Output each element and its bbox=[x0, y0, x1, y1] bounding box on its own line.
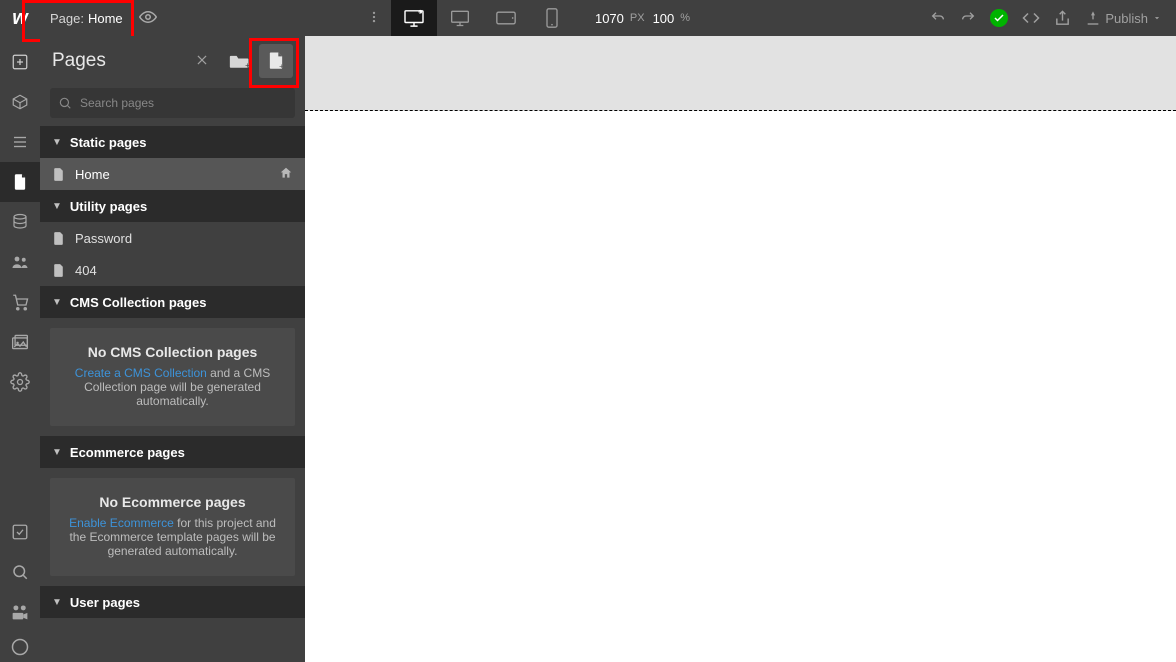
rail-search-icon[interactable] bbox=[0, 552, 40, 592]
publish-button[interactable]: Publish bbox=[1085, 10, 1162, 26]
search-icon bbox=[58, 96, 72, 110]
close-icon[interactable] bbox=[195, 53, 209, 70]
left-rail bbox=[0, 36, 40, 662]
rail-add[interactable] bbox=[0, 42, 40, 82]
rail-assets-icon[interactable] bbox=[0, 322, 40, 362]
canvas-section[interactable] bbox=[305, 36, 1176, 111]
code-icon[interactable] bbox=[1022, 9, 1040, 27]
topbar: w Page: Home 10 bbox=[0, 0, 1176, 36]
empty-cms-title: No CMS Collection pages bbox=[62, 344, 283, 360]
page-name: Password bbox=[75, 231, 132, 246]
webflow-logo[interactable]: w bbox=[0, 0, 40, 36]
chevron-down-icon: ▼ bbox=[52, 297, 62, 308]
section-ecommerce-pages[interactable]: ▼ Ecommerce pages bbox=[40, 436, 305, 468]
rail-audit-icon[interactable] bbox=[0, 512, 40, 552]
search-input[interactable] bbox=[80, 96, 287, 110]
device-tablet[interactable] bbox=[437, 0, 483, 36]
undo-icon[interactable] bbox=[930, 10, 946, 26]
status-ok-icon[interactable] bbox=[990, 9, 1008, 27]
rail-help-icon[interactable] bbox=[0, 632, 40, 662]
page-icon bbox=[52, 231, 65, 246]
chevron-down-icon: ▼ bbox=[52, 201, 62, 212]
enable-ecom-link[interactable]: Enable Ecommerce bbox=[69, 516, 174, 530]
export-icon[interactable] bbox=[1054, 10, 1071, 27]
rail-cms-icon[interactable] bbox=[0, 202, 40, 242]
section-label: User pages bbox=[70, 595, 140, 610]
rail-video-icon[interactable] bbox=[0, 592, 40, 632]
rail-users-icon[interactable] bbox=[0, 242, 40, 282]
page-name: Home bbox=[75, 167, 110, 182]
zoom-value: 100 bbox=[653, 11, 675, 26]
page-row-password[interactable]: Password bbox=[40, 222, 305, 254]
page-indicator[interactable]: Page: Home bbox=[40, 0, 133, 36]
rail-ecommerce-icon[interactable] bbox=[0, 282, 40, 322]
search-pages[interactable] bbox=[50, 88, 295, 118]
rail-settings-icon[interactable] bbox=[0, 362, 40, 402]
section-utility-pages[interactable]: ▼ Utility pages bbox=[40, 190, 305, 222]
device-desktop[interactable] bbox=[391, 0, 437, 36]
chevron-down-icon: ▼ bbox=[52, 447, 62, 458]
rail-box-icon[interactable] bbox=[0, 82, 40, 122]
section-static-pages[interactable]: ▼ Static pages bbox=[40, 126, 305, 158]
section-label: CMS Collection pages bbox=[70, 295, 207, 310]
chevron-down-icon bbox=[1152, 13, 1162, 23]
design-canvas[interactable] bbox=[305, 36, 1176, 662]
section-label: Utility pages bbox=[70, 199, 147, 214]
viewport-width[interactable]: 1070 PX bbox=[595, 11, 645, 26]
eye-icon[interactable] bbox=[139, 8, 157, 29]
panel-title: Pages bbox=[52, 50, 195, 72]
more-icon[interactable] bbox=[367, 10, 381, 27]
home-icon bbox=[279, 166, 293, 183]
page-indicator-value: Home bbox=[88, 11, 123, 26]
redo-icon[interactable] bbox=[960, 10, 976, 26]
page-indicator-label: Page: bbox=[50, 11, 84, 26]
chevron-down-icon: ▼ bbox=[52, 137, 62, 148]
section-label: Ecommerce pages bbox=[70, 445, 185, 460]
page-name: 404 bbox=[75, 263, 97, 278]
page-row-home[interactable]: Home bbox=[40, 158, 305, 190]
chevron-down-icon: ▼ bbox=[52, 597, 62, 608]
publish-label: Publish bbox=[1105, 11, 1148, 26]
device-mobile[interactable] bbox=[529, 0, 575, 36]
rail-pages-icon[interactable] bbox=[0, 162, 40, 202]
new-folder-button[interactable]: + bbox=[223, 44, 257, 78]
rail-navigator-icon[interactable] bbox=[0, 122, 40, 162]
page-row-404[interactable]: 404 bbox=[40, 254, 305, 286]
create-cms-link[interactable]: Create a CMS Collection bbox=[75, 366, 207, 380]
zoom-unit: % bbox=[680, 12, 690, 24]
page-icon bbox=[52, 167, 65, 182]
section-label: Static pages bbox=[70, 135, 147, 150]
viewport-width-unit: PX bbox=[630, 12, 645, 24]
pages-panel: Pages + + ▼ Static pages bbox=[40, 36, 305, 662]
section-user-pages[interactable]: ▼ User pages bbox=[40, 586, 305, 618]
empty-ecom-card: No Ecommerce pages Enable Ecommerce for … bbox=[50, 478, 295, 576]
empty-cms-card: No CMS Collection pages Create a CMS Col… bbox=[50, 328, 295, 426]
zoom-level[interactable]: 100 % bbox=[653, 11, 690, 26]
empty-ecom-title: No Ecommerce pages bbox=[62, 494, 283, 510]
section-cms-pages[interactable]: ▼ CMS Collection pages bbox=[40, 286, 305, 318]
page-icon bbox=[52, 263, 65, 278]
new-page-button[interactable]: + bbox=[259, 44, 293, 78]
viewport-width-value: 1070 bbox=[595, 11, 624, 26]
svg-text:+: + bbox=[279, 62, 284, 71]
device-tablet-landscape[interactable] bbox=[483, 0, 529, 36]
device-breakpoints bbox=[391, 0, 575, 36]
svg-text:+: + bbox=[245, 60, 250, 70]
